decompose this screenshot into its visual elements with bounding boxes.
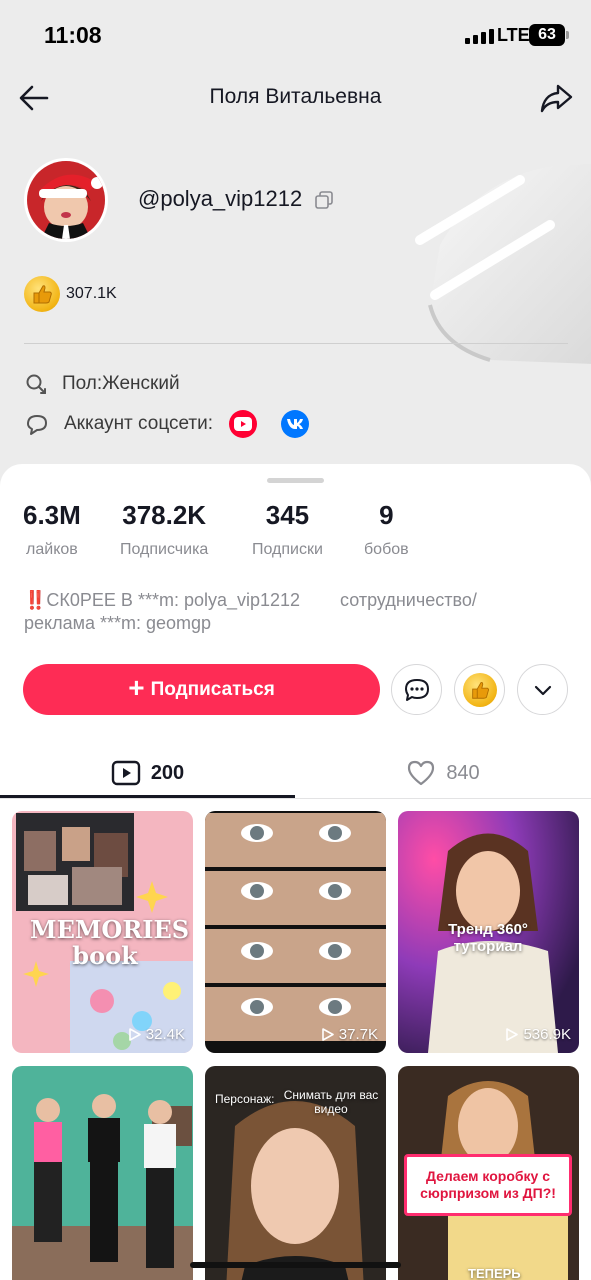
- drag-handle[interactable]: [267, 478, 324, 483]
- youtube-icon: [234, 417, 253, 431]
- stat-likes-value: 6.3M: [23, 500, 81, 530]
- status-time: 11:08: [44, 22, 102, 48]
- chevron-down-icon: [534, 685, 551, 695]
- video-overlay-1: MEMORIES book: [30, 915, 190, 970]
- video-views-2-text: 37.7K: [338, 1026, 378, 1043]
- tab-liked-count: 840: [446, 761, 480, 784]
- tab-videos[interactable]: 200: [0, 746, 295, 800]
- divider: [24, 343, 568, 344]
- video-views-3-text: 536.9K: [523, 1026, 571, 1043]
- video-thumbnail-4[interactable]: [12, 1066, 193, 1280]
- video-overlay-5-left: Персонаж:: [215, 1092, 275, 1106]
- battery-tip: [566, 31, 569, 39]
- video-overlay-6-bottom: ТЕПЕРЬ: [468, 1266, 521, 1280]
- stat-following-label: Подписки: [252, 541, 323, 558]
- username: @polya_vip1212: [138, 186, 303, 211]
- bio: ‼️СК0РЕЕ В ***m: polya_vip1212 сотруднич…: [24, 589, 564, 635]
- stat-following-value: 345: [265, 500, 310, 530]
- video-views-2: 37.7K: [321, 1026, 378, 1043]
- follow-button[interactable]: + Подписаться: [23, 664, 380, 715]
- gender-icon: [26, 374, 46, 394]
- stat-followers-label: Подписчика: [120, 541, 209, 558]
- page-title: Поля Витальевна: [209, 85, 382, 108]
- play-icon: [506, 1028, 519, 1041]
- video-overlay-6-box: Делаем коробку с сюрпризом из ДП?!: [404, 1154, 572, 1216]
- coin-thumb-icon: [462, 672, 497, 707]
- follow-label: Подписаться: [150, 678, 275, 700]
- video-views-1: 32.4K: [128, 1026, 185, 1043]
- stat-following[interactable]: 345 Подписки: [252, 500, 323, 559]
- video-views-3: 536.9K: [506, 1026, 571, 1043]
- coin-icon: [24, 276, 60, 312]
- social-label: Аккаунт соцсети:: [64, 413, 214, 434]
- plus-icon: +: [128, 672, 145, 703]
- network-type: LTE: [497, 25, 530, 45]
- message-icon: [404, 678, 429, 701]
- back-arrow-icon: [19, 85, 49, 111]
- share-icon: [540, 84, 573, 113]
- stat-beans-value: 9: [379, 500, 394, 530]
- video-views-1-text: 32.4K: [145, 1026, 185, 1043]
- video-image-4: [12, 1066, 193, 1280]
- bio-text: СК0РЕЕ В ***m: polya_vip1212 сотрудничес…: [24, 590, 477, 633]
- video-image-2: [205, 811, 386, 1053]
- video-overlay-5-right: Снимать для вас видео: [283, 1088, 379, 1116]
- youtube-button[interactable]: [229, 410, 258, 438]
- battery-icon: 63: [529, 24, 565, 46]
- video-thumbnail-3[interactable]: Тренд 360° туториал 536.9K: [398, 811, 579, 1053]
- home-indicator[interactable]: [190, 1262, 401, 1268]
- more-dropdown-button[interactable]: [517, 664, 568, 715]
- status-bar: 11:08 LTE 63: [0, 0, 591, 70]
- video-thumbnail-2[interactable]: 37.7K: [205, 811, 386, 1053]
- gift-coin-button[interactable]: [454, 664, 505, 715]
- heart-icon: [408, 760, 435, 786]
- play-icon: [321, 1028, 334, 1041]
- stat-followers[interactable]: 378.2K Подписчика: [120, 500, 208, 559]
- avatar-image: [27, 161, 105, 239]
- stat-beans[interactable]: 9 бобов: [364, 500, 409, 559]
- social-row: Аккаунт соцсети:: [24, 410, 310, 438]
- gender-row: Пол:Женский: [24, 372, 180, 396]
- signal-icon: [465, 28, 494, 44]
- share-button[interactable]: [538, 80, 574, 116]
- coin-count: 307.1K: [66, 285, 117, 302]
- gender-text: Пол:Женский: [62, 373, 180, 394]
- bio-emoji: ‼️: [24, 590, 47, 610]
- stat-likes[interactable]: 6.3M лайков: [23, 500, 81, 559]
- stat-followers-value: 378.2K: [122, 500, 207, 530]
- vk-button[interactable]: [281, 410, 310, 438]
- message-button[interactable]: [391, 664, 442, 715]
- thumb-icon: [33, 285, 52, 304]
- video-thumbnail-6[interactable]: Делаем коробку с сюрпризом из ДП?! ТЕПЕР…: [398, 1066, 579, 1280]
- copy-icon[interactable]: [315, 191, 333, 209]
- decorative-shape: [415, 163, 591, 364]
- avatar[interactable]: [24, 158, 108, 242]
- vk-icon: [287, 419, 304, 429]
- stat-beans-label: бобов: [364, 541, 409, 558]
- video-thumbnail-5[interactable]: Персонаж: Снимать для вас видео: [205, 1066, 386, 1280]
- back-button[interactable]: [16, 80, 52, 116]
- video-thumbnail-1[interactable]: MEMORIES book 32.4K: [12, 811, 193, 1053]
- video-overlay-3: Тренд 360° туториал: [448, 921, 528, 955]
- chat-bubble-icon: [27, 415, 47, 435]
- tab-videos-count: 200: [150, 761, 185, 784]
- play-box-icon: [111, 760, 141, 786]
- tab-liked[interactable]: 840: [295, 746, 591, 800]
- video-overlay-6: Делаем коробку с сюрпризом из ДП?!: [420, 1168, 556, 1201]
- tab-divider: [0, 798, 591, 799]
- stat-likes-label: лайков: [26, 541, 78, 558]
- coins-row: 307.1K: [24, 276, 117, 312]
- play-icon: [128, 1028, 141, 1041]
